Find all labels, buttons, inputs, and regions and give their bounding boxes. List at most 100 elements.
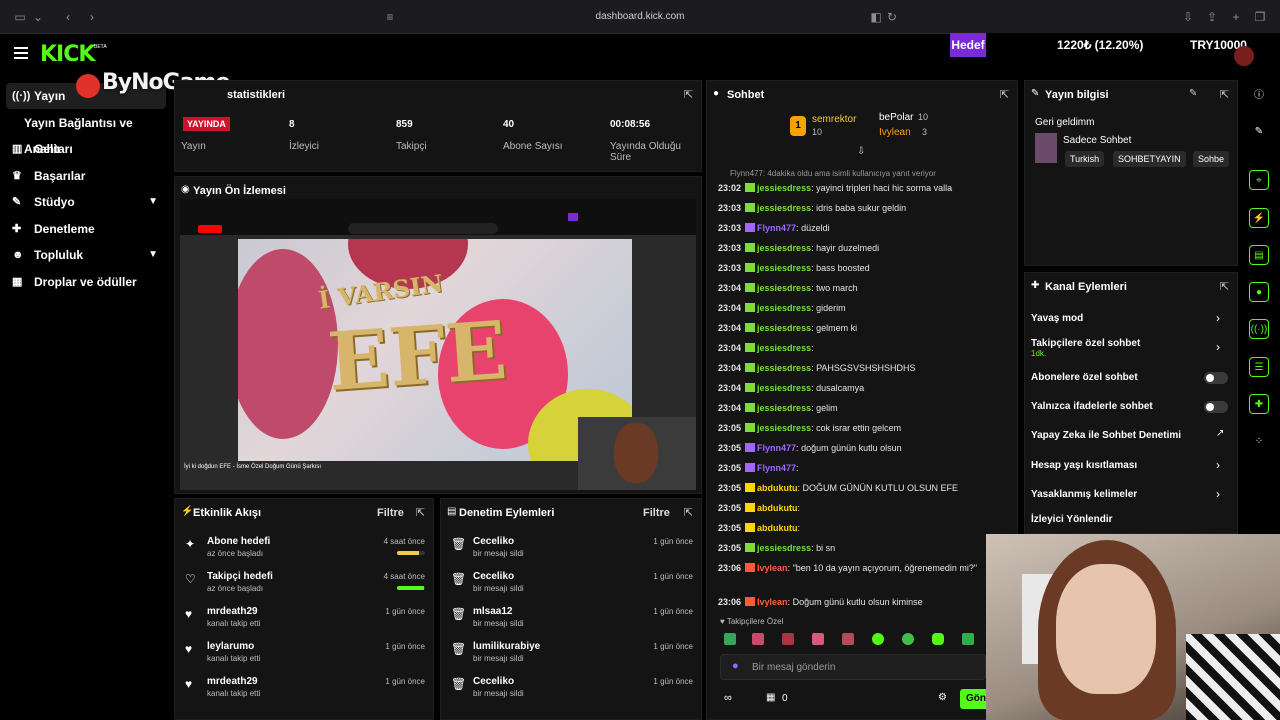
capture-icon[interactable]: ⌖ [1249,170,1269,190]
new-tab-icon[interactable]: + [1228,9,1244,25]
slow-mode-row[interactable]: Yavaş mod [1031,313,1083,324]
goal-progress [397,586,425,590]
row-time: 4 saat önce [383,537,425,546]
chat-username[interactable]: jessiesdress [757,283,811,293]
chevron-right-icon[interactable]: › [1216,340,1220,354]
chat-username[interactable]: jessiesdress [757,423,811,433]
chat-username[interactable]: jessiesdress [757,243,811,253]
popout-icon[interactable]: ⇱ [684,88,693,101]
points-icon[interactable]: ∞ [724,692,732,704]
send-button[interactable]: Gönder [960,689,988,709]
sidebar-item-stream-key[interactable]: Yayın Bağlantısı ve Anahtarı [0,110,172,156]
forward-icon[interactable]: › [84,9,100,25]
popout-icon[interactable]: ⇱ [684,506,693,519]
emote-icon[interactable] [842,633,854,645]
pin-icon[interactable]: ⇩ [857,146,865,157]
reload-icon[interactable]: ↻ [884,9,900,25]
chat-username[interactable]: jessiesdress [757,203,811,213]
flash-icon[interactable]: ⚡ [1249,208,1269,228]
tabs-icon[interactable]: ❐ [1252,9,1268,25]
sidebar-toggle-icon[interactable]: ▭ [12,9,28,25]
chat-username[interactable]: Flynn477 [757,463,796,473]
pencil-icon[interactable]: ✎ [1189,88,1197,99]
chat-username[interactable]: jessiesdress [757,543,811,553]
row-title: mrdeath29 [207,606,258,617]
sidebar-item-studio[interactable]: ✎ Stüdyo ▼ [0,189,172,215]
chat-username[interactable]: jessiesdress [757,303,811,313]
sidebar: ((·)) Yayın Yayın Bağlantısı ve Anahtarı… [0,78,172,720]
kick-logo[interactable]: KICK [40,42,95,67]
row-title: leylarumo [207,641,255,652]
chat-username[interactable]: jessiesdress [757,183,811,193]
popout-icon[interactable]: ⇱ [1000,88,1009,101]
chat-bubble-icon[interactable]: ● [1249,282,1269,302]
emote-icon[interactable] [782,633,794,645]
chat-username[interactable]: jessiesdress [757,263,811,273]
popout-icon[interactable]: ⇱ [416,506,425,519]
avatar[interactable] [1234,46,1254,66]
ai-mod-row[interactable]: Yapay Zeka ile Sohbet Denetimi [1031,430,1181,441]
emote-icon[interactable] [752,633,764,645]
chat-username[interactable]: Ivylean [757,563,788,573]
emote-chat-toggle[interactable] [1204,401,1228,413]
back-icon[interactable]: ‹ [60,9,76,25]
sidebar-item-community[interactable]: ☻ Topluluk ▼ [0,242,172,268]
gift-icon[interactable]: ▦ [766,692,775,703]
followers-chat-row[interactable]: Takipçilere özel sohbet [1031,338,1140,349]
chat-username[interactable]: abdukutu [757,523,798,533]
chat-username[interactable]: jessiesdress [757,403,811,413]
chevron-down-icon[interactable]: ▼ [148,189,158,215]
translate-icon[interactable]: ◧ [868,9,884,25]
chat-username[interactable]: Flynn477 [757,223,796,233]
chat-username[interactable]: jessiesdress [757,343,811,353]
chat-username[interactable]: abdukutu [757,483,798,493]
chat-username[interactable]: Flynn477 [757,443,796,453]
chevron-right-icon[interactable]: › [1216,487,1220,501]
emote-icon[interactable] [902,633,914,645]
info-icon[interactable]: ⓘ [1249,86,1269,106]
sidebar-item-revenue[interactable]: ▥ Gelir [0,136,172,162]
gear-icon[interactable]: ⚙ [938,692,947,703]
chevron-right-icon[interactable]: › [1216,458,1220,472]
chat-username[interactable]: Ivylean [757,597,788,607]
broadcast-icon[interactable]: ((·)) [1249,319,1269,339]
sidebar-item-drops[interactable]: ▦ Droplar ve ödüller [0,269,172,295]
emote-icon[interactable] [812,633,824,645]
emote-icon[interactable] [962,633,974,645]
emote-bar[interactable] [720,631,986,647]
subs-chat-toggle[interactable] [1204,372,1228,384]
emote-icon[interactable] [932,633,944,645]
external-icon[interactable]: ↗ [1216,428,1224,439]
chat-username[interactable]: jessiesdress [757,383,811,393]
list-icon[interactable]: ☰ [1249,357,1269,377]
menu-icon[interactable] [14,47,28,62]
pen-icon[interactable]: ✎ [1249,122,1269,142]
redirect-row[interactable]: İzleyici Yönlendir [1031,514,1113,525]
more-icon[interactable]: ⁘ [1249,432,1269,452]
stream-preview[interactable]: İ VARSIN EFE İyi ki doğdun EFE - İsme Öz… [180,199,696,490]
address-bar[interactable]: dashboard.kick.com [540,11,740,22]
chat-username[interactable]: abdukutu [757,503,798,513]
sidebar-item-moderation[interactable]: ✚ Denetleme [0,216,172,242]
sidebar-item-achievements[interactable]: ♛ Başarılar [0,163,172,189]
chevron-down-icon[interactable]: ▼ [148,242,158,268]
chevron-right-icon[interactable]: › [1216,311,1220,325]
filter-button[interactable]: Filtre [643,507,670,519]
banned-words-row[interactable]: Yasaklanmış kelimeler [1031,489,1137,500]
emote-icon[interactable] [872,633,884,645]
mic-icon[interactable]: ● [732,660,739,672]
wrench-icon[interactable]: ✚ [1249,394,1269,414]
chat-username[interactable]: jessiesdress [757,363,811,373]
chevron-down-icon[interactable]: ⌄ [30,9,46,25]
download-icon[interactable]: ⇩ [1180,9,1196,25]
emote-icon[interactable] [724,633,736,645]
popout-icon[interactable]: ⇱ [1220,280,1229,293]
document-icon[interactable]: ▤ [1249,245,1269,265]
popout-icon[interactable]: ⇱ [1220,88,1229,101]
share-icon[interactable]: ⇪ [1204,9,1220,25]
chat-timestamp: 23:05 [718,523,742,533]
chat-username[interactable]: jessiesdress [757,323,811,333]
filter-button[interactable]: Filtre [377,507,404,519]
age-limit-row[interactable]: Hesap yaşı kısıtlaması [1031,460,1137,471]
list-item: 🗑 Ceceliko bir mesajı sildi 1 gün önce [441,673,701,708]
